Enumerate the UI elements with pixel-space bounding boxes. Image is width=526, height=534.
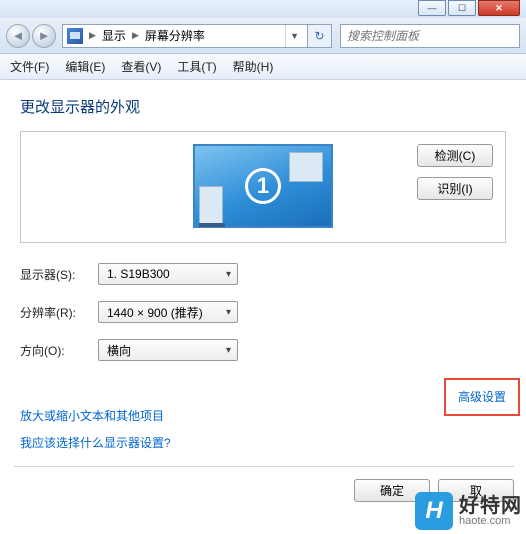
- display-select-value: 1. S19B300: [107, 267, 170, 281]
- refresh-button[interactable]: ↻: [308, 24, 332, 48]
- watermark: H 好特网 haote.com: [415, 492, 522, 530]
- watermark-title: 好特网: [459, 496, 522, 516]
- settings-form: 显示器(S): 1. S19B300 分辨率(R): 1440 × 900 (推…: [20, 263, 506, 361]
- resolution-select[interactable]: 1440 × 900 (推荐): [98, 301, 238, 323]
- menu-view[interactable]: 查看(V): [121, 58, 161, 75]
- resolution-label: 分辨率(R):: [20, 304, 98, 321]
- forward-button[interactable]: ►: [32, 24, 56, 48]
- breadcrumb-display[interactable]: 显示: [102, 27, 126, 44]
- display-preview-box: 1 检测(C) 识别(I): [20, 131, 506, 243]
- identify-button[interactable]: 识别(I): [417, 177, 493, 200]
- chevron-right-icon: ▶: [132, 30, 139, 41]
- which-setting-link[interactable]: 我应该选择什么显示器设置?: [20, 434, 506, 451]
- orientation-label: 方向(O):: [20, 342, 98, 359]
- preview-window-icon: [199, 186, 223, 224]
- navigation-bar: ◄ ► ▶ 显示 ▶ 屏幕分辨率 ▼ ↻: [0, 18, 526, 54]
- menu-file[interactable]: 文件(F): [10, 58, 49, 75]
- advanced-settings-highlight: 高级设置: [444, 378, 520, 416]
- menu-edit[interactable]: 编辑(E): [65, 58, 105, 75]
- maximize-button[interactable]: ☐: [448, 0, 476, 16]
- display-number-badge: 1: [245, 168, 281, 204]
- chevron-right-icon: ▶: [89, 30, 96, 41]
- watermark-badge-icon: H: [415, 492, 453, 530]
- display-label: 显示器(S):: [20, 266, 98, 283]
- orientation-select[interactable]: 横向: [98, 339, 238, 361]
- menu-bar: 文件(F) 编辑(E) 查看(V) 工具(T) 帮助(H): [0, 54, 526, 80]
- display-select[interactable]: 1. S19B300: [98, 263, 238, 285]
- address-dropdown-icon[interactable]: ▼: [285, 25, 303, 47]
- back-button[interactable]: ◄: [6, 24, 30, 48]
- search-input[interactable]: [340, 24, 520, 48]
- watermark-url: haote.com: [459, 516, 522, 527]
- preview-window-icon: [289, 152, 323, 182]
- text-size-link[interactable]: 放大或缩小文本和其他项目: [20, 407, 506, 424]
- resolution-select-value: 1440 × 900 (推荐): [107, 304, 203, 321]
- address-bar[interactable]: ▶ 显示 ▶ 屏幕分辨率 ▼: [62, 24, 308, 48]
- display-preview[interactable]: 1: [193, 144, 333, 228]
- display-icon: [67, 28, 83, 44]
- page-title: 更改显示器的外观: [20, 96, 506, 117]
- menu-tools[interactable]: 工具(T): [177, 58, 216, 75]
- window-titlebar: — ☐ ✕: [0, 0, 526, 18]
- detect-button[interactable]: 检测(C): [417, 144, 493, 167]
- minimize-button[interactable]: —: [418, 0, 446, 16]
- close-button[interactable]: ✕: [478, 0, 520, 16]
- menu-help[interactable]: 帮助(H): [233, 58, 274, 75]
- orientation-select-value: 横向: [107, 342, 131, 359]
- advanced-settings-link[interactable]: 高级设置: [458, 390, 506, 404]
- breadcrumb-resolution[interactable]: 屏幕分辨率: [145, 27, 205, 44]
